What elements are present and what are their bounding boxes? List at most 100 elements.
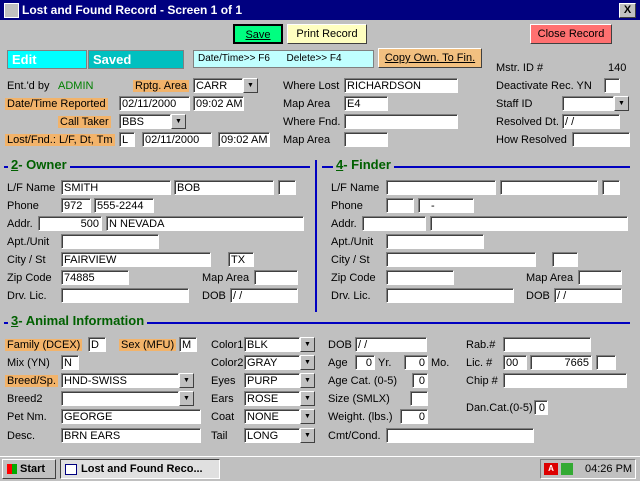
status-saved: Saved <box>88 50 184 69</box>
lost-found-time-field[interactable]: 09:02 AM <box>218 132 270 147</box>
staff-id-dropdown-icon[interactable]: ▼ <box>614 96 629 111</box>
map-area2-label: Map Area <box>283 134 331 146</box>
finder-city-field[interactable] <box>386 252 536 267</box>
call-taker-field[interactable]: BBS <box>119 114 171 129</box>
family-label: Family (DCEX) <box>5 339 83 351</box>
eyes-dropdown-icon[interactable]: ▼ <box>300 373 315 388</box>
owner-last-name-field[interactable]: SMITH <box>61 180 171 195</box>
owner-middle-initial-field[interactable] <box>278 180 296 195</box>
comment-field[interactable] <box>386 428 534 443</box>
window-title: Lost and Found Record - Screen 1 of 1 <box>22 3 243 17</box>
owner-street-field[interactable]: N NEVADA <box>106 216 304 231</box>
rabies-field[interactable] <box>503 337 591 352</box>
print-record-button[interactable]: Print Record <box>287 24 367 44</box>
owner-state-field[interactable]: TX <box>228 252 254 267</box>
finder-area-code-field[interactable] <box>386 198 414 213</box>
color2-dropdown-icon[interactable]: ▼ <box>300 355 315 370</box>
size-field[interactable] <box>410 391 428 406</box>
chip-field[interactable] <box>503 373 627 388</box>
pet-name-field[interactable]: GEORGE <box>61 409 201 424</box>
call-taker-dropdown-icon[interactable]: ▼ <box>171 114 186 129</box>
finder-dob-field[interactable]: / / <box>554 288 622 303</box>
lost-found-date-field[interactable]: 02/11/2000 <box>142 132 212 147</box>
window-close-button[interactable]: X <box>619 3 636 18</box>
owner-phone-field[interactable]: 555-2244 <box>94 198 154 213</box>
mix-field[interactable]: N <box>61 355 79 370</box>
map-area-field[interactable]: E4 <box>344 96 388 111</box>
copy-owner-to-finder-button[interactable]: Copy Own. To Fin. <box>378 48 482 68</box>
taskbar-task-button[interactable]: Lost and Found Reco... <box>60 459 220 479</box>
weight-field[interactable]: 0 <box>400 409 428 424</box>
finder-dob-label: DOB <box>526 290 550 302</box>
owner-area-code-field[interactable]: 972 <box>61 198 91 213</box>
breed2-field[interactable] <box>61 391 179 406</box>
finder-last-name-field[interactable] <box>386 180 496 195</box>
owner-street-number-field[interactable]: 500 <box>38 216 102 231</box>
breed-dropdown-icon[interactable]: ▼ <box>179 373 194 388</box>
deactivate-field[interactable] <box>604 78 620 93</box>
tail-dropdown-icon[interactable]: ▼ <box>300 428 315 443</box>
owner-apt-field[interactable] <box>61 234 159 249</box>
time-reported-field[interactable]: 09:02 AM <box>193 96 244 111</box>
description-label: Desc. <box>7 430 36 442</box>
license-suffix-field[interactable] <box>596 355 616 370</box>
where-found-field[interactable] <box>344 114 458 129</box>
how-resolved-label: How Resolved <box>496 134 567 146</box>
finder-street-number-field[interactable] <box>362 216 426 231</box>
staff-id-field[interactable] <box>562 96 614 111</box>
age-months-field[interactable]: 0 <box>404 355 428 370</box>
ears-dropdown-icon[interactable]: ▼ <box>300 391 315 406</box>
tray-network-icon[interactable] <box>561 463 573 475</box>
tail-field[interactable]: LONG <box>244 428 300 443</box>
months-label: Mo. <box>431 357 450 369</box>
save-button[interactable]: Save <box>233 24 283 44</box>
ears-field[interactable]: ROSE <box>244 391 300 406</box>
owner-city-field[interactable]: FAIRVIEW <box>61 252 211 267</box>
eyes-field[interactable]: PURP <box>244 373 300 388</box>
license-number-field[interactable]: 7665 <box>530 355 592 370</box>
tray-app-icon[interactable]: A <box>544 463 558 475</box>
color1-field[interactable]: BLK <box>244 337 300 352</box>
finder-middle-initial-field[interactable] <box>602 180 620 195</box>
rptg-area-field[interactable]: CARR <box>193 78 243 93</box>
breed2-dropdown-icon[interactable]: ▼ <box>179 391 194 406</box>
owner-dob-field[interactable]: / / <box>230 288 298 303</box>
finder-apt-field[interactable] <box>386 234 484 249</box>
owner-zip-field[interactable]: 74885 <box>61 270 129 285</box>
date-reported-field[interactable]: 02/11/2000 <box>119 96 190 111</box>
description-field[interactable]: BRN EARS <box>61 428 201 443</box>
how-resolved-field[interactable] <box>572 132 630 147</box>
age-category-field[interactable]: 0 <box>412 373 428 388</box>
start-button[interactable]: Start <box>2 459 56 479</box>
color2-field[interactable]: GRAY <box>244 355 300 370</box>
map-area2-field[interactable] <box>344 132 388 147</box>
license-year-field[interactable]: 00 <box>503 355 527 370</box>
owner-address-label: Addr. <box>7 218 33 230</box>
finder-first-name-field[interactable] <box>500 180 598 195</box>
owner-map-area-field[interactable] <box>254 270 298 285</box>
owner-drv-lic-field[interactable] <box>61 288 189 303</box>
animal-dob-field[interactable]: / / <box>355 337 427 352</box>
finder-map-area-field[interactable] <box>578 270 622 285</box>
danger-category-field[interactable]: 0 <box>534 400 548 415</box>
age-years-field[interactable]: 0 <box>355 355 375 370</box>
finder-drv-lic-field[interactable] <box>386 288 514 303</box>
family-field[interactable]: D <box>88 337 106 352</box>
finder-state-field[interactable] <box>552 252 578 267</box>
color1-dropdown-icon[interactable]: ▼ <box>300 337 315 352</box>
finder-phone-label: Phone <box>331 200 363 212</box>
sex-field[interactable]: M <box>179 337 197 352</box>
close-record-button[interactable]: Close Record <box>530 24 612 44</box>
owner-first-name-field[interactable]: BOB <box>174 180 274 195</box>
lost-found-flag-field[interactable]: L <box>119 132 135 147</box>
breed-field[interactable]: HND-SWISS <box>61 373 179 388</box>
coat-field[interactable]: NONE <box>244 409 300 424</box>
resolved-date-field[interactable]: / / <box>562 114 620 129</box>
rptg-area-dropdown-icon[interactable]: ▼ <box>243 78 258 93</box>
finder-zip-field[interactable] <box>386 270 454 285</box>
where-lost-field[interactable]: RICHARDSON <box>344 78 458 93</box>
finder-phone-field[interactable]: - <box>418 198 474 213</box>
call-taker-label: Call Taker <box>58 116 111 128</box>
finder-street-field[interactable] <box>430 216 628 231</box>
coat-dropdown-icon[interactable]: ▼ <box>300 409 315 424</box>
